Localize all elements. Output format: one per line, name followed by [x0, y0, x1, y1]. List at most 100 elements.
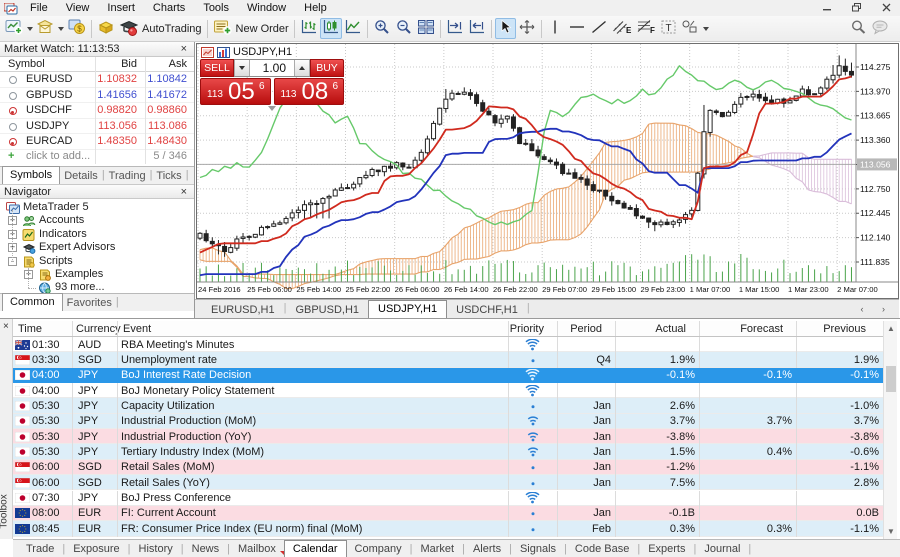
- calendar-row[interactable]: 03:30 SGD Unemployment rate Q4 1.9% 1.9%: [13, 352, 883, 368]
- volume-input[interactable]: 1.00: [250, 60, 294, 76]
- buy-button[interactable]: BUY: [310, 59, 344, 77]
- calendar-row[interactable]: 04:00 JPY BoJ Interest Rate Decision -0.1% -…: [13, 367, 883, 384]
- tree-item-indicators[interactable]: + Indicators: [0, 228, 194, 241]
- bid-price-box[interactable]: 113 05 6: [200, 78, 271, 105]
- new-chart-button[interactable]: [3, 18, 35, 39]
- menu-tools[interactable]: Tools: [194, 1, 238, 15]
- menu-window[interactable]: Window: [238, 1, 295, 15]
- calendar-row[interactable]: 08:45 EUR FR: Consumer Price Index (EU nor…: [13, 521, 883, 537]
- crosshair-tool-button[interactable]: [516, 18, 538, 39]
- algo-trading-button[interactable]: [95, 18, 117, 39]
- menu-file[interactable]: File: [21, 1, 57, 15]
- chart-tab-gbpusd-h1[interactable]: GBPUSD,H1: [286, 302, 368, 318]
- toolbox-tab-experts[interactable]: Experts: [640, 541, 693, 557]
- chart-tab-usdjpy-h1[interactable]: USDJPY,H1: [368, 300, 448, 318]
- volume-decrease-button[interactable]: [234, 60, 250, 76]
- calendar-scrollbar[interactable]: ▲ ▼: [883, 321, 897, 539]
- restore-button[interactable]: [847, 1, 867, 14]
- tree-item-metatrader-5[interactable]: MetaTrader 5: [0, 201, 194, 214]
- menu-help[interactable]: Help: [295, 1, 336, 15]
- market-watch-add-row[interactable]: + click to add... 5 / 346: [0, 150, 194, 165]
- chart-tab-scroll-arrows[interactable]: ‹ ›: [861, 304, 894, 314]
- horizontal-line-tool-button[interactable]: [566, 18, 588, 39]
- chart-tab-usdchf-h1[interactable]: USDCHF,H1: [447, 302, 527, 318]
- scroll-to-end-button[interactable]: [444, 18, 466, 39]
- vertical-line-tool-button[interactable]: [545, 18, 566, 39]
- profiles-caret-icon[interactable]: [58, 26, 64, 31]
- scroll-down-icon[interactable]: ▼: [887, 527, 895, 536]
- equidistant-channel-tool-button[interactable]: E: [610, 18, 634, 39]
- menu-view[interactable]: View: [57, 1, 99, 15]
- menu-charts[interactable]: Charts: [144, 1, 194, 15]
- toolbox-tab-mailbox[interactable]: Mailbox: [230, 541, 284, 557]
- toolbox-tab-history[interactable]: History: [131, 541, 181, 557]
- ask-price-box[interactable]: 113 08 6: [273, 78, 344, 105]
- new-chart-caret-icon[interactable]: [27, 26, 33, 31]
- tree-item-examples[interactable]: + Examples: [0, 268, 194, 281]
- new-order-button[interactable]: New Order: [211, 18, 291, 39]
- menu-insert[interactable]: Insert: [98, 1, 144, 15]
- calendar-row[interactable]: 08:00 EUR FI: Current Account Jan -0.1B 0.0B: [13, 505, 883, 522]
- toolbox-tab-signals[interactable]: Signals: [512, 541, 564, 557]
- calendar-row[interactable]: 07:30 JPY BoJ Press Conference: [13, 490, 883, 506]
- chat-button[interactable]: [869, 18, 892, 39]
- calendar-row[interactable]: 05:30 JPY Capacity Utilization Jan 2.6% -1.0%: [13, 398, 883, 414]
- add-symbol-icon[interactable]: +: [8, 150, 14, 162]
- volume-increase-button[interactable]: [294, 60, 310, 76]
- line-chart-type-button[interactable]: [342, 18, 364, 39]
- search-button[interactable]: [848, 18, 869, 39]
- toolbox-tab-market[interactable]: Market: [412, 541, 462, 557]
- toolbox-close-icon[interactable]: ×: [3, 321, 9, 332]
- calendar-row[interactable]: 04:00 JPY BoJ Monetary Policy Statement: [13, 383, 883, 399]
- market-watch-row[interactable]: EURCAD 1.48350 1.48430: [0, 134, 194, 150]
- sell-button[interactable]: SELL: [200, 59, 234, 77]
- toolbox-tab-company[interactable]: Company: [347, 541, 410, 557]
- toolbox-tab-alerts[interactable]: Alerts: [465, 541, 509, 557]
- toolbox-tab-news[interactable]: News: [184, 541, 228, 557]
- tab-trading[interactable]: Trading: [105, 168, 150, 184]
- shapes-tool-button[interactable]: [679, 18, 711, 39]
- bars-chart-type-button[interactable]: [298, 18, 320, 39]
- tab-details[interactable]: Details: [60, 168, 102, 184]
- symbols-button[interactable]: $: [66, 18, 88, 39]
- tab-symbols[interactable]: Symbols: [2, 166, 61, 184]
- scrollbar-thumb[interactable]: [886, 366, 896, 392]
- column-header-previous[interactable]: Previous: [13, 323, 866, 335]
- calendar-row[interactable]: 06:00 SGD Retail Sales (MoM) Jan -1.2% -1.1%: [13, 459, 883, 476]
- zoom-out-button[interactable]: [393, 18, 415, 39]
- zoom-in-button[interactable]: [371, 18, 393, 39]
- tab-common[interactable]: Common: [2, 293, 63, 311]
- toolbox-tab-calendar[interactable]: Calendar: [283, 540, 347, 557]
- tree-item-expert-advisors[interactable]: + Expert Advisors: [0, 241, 194, 255]
- tab-ticks[interactable]: Ticks: [152, 168, 185, 184]
- toolbox-tab-journal[interactable]: Journal: [696, 541, 748, 557]
- tree-item-scripts[interactable]: - Scripts: [0, 255, 194, 268]
- auto-trading-button[interactable]: AutoTrading: [117, 18, 204, 39]
- toolbox-tab-exposure[interactable]: Exposure: [65, 541, 127, 557]
- market-watch-close-icon[interactable]: ×: [178, 44, 190, 55]
- market-watch-row[interactable]: USDCHF 0.98820 0.98860: [0, 103, 194, 119]
- trendline-tool-button[interactable]: [588, 18, 610, 39]
- shapes-tool-caret-icon[interactable]: [702, 26, 709, 31]
- calendar-row[interactable]: 01:30 AUD RBA Meeting's Minutes: [13, 337, 883, 353]
- tile-windows-button[interactable]: [415, 18, 437, 39]
- auto-scroll-button[interactable]: [466, 18, 488, 39]
- candles-chart-type-button[interactable]: [319, 18, 342, 39]
- add-symbol-label[interactable]: click to add...: [26, 150, 90, 162]
- calendar-row[interactable]: 06:00 SGD Retail Sales (YoY) Jan 7.5% 2.8%: [13, 475, 883, 491]
- market-watch-row[interactable]: GBPUSD 1.41656 1.41672: [0, 88, 194, 104]
- scroll-up-icon[interactable]: ▲: [887, 324, 895, 333]
- calendar-row[interactable]: 05:30 JPY Industrial Production (MoM) Jan 3.…: [13, 413, 883, 430]
- tab-favorites[interactable]: Favorites: [63, 295, 116, 311]
- one-click-collapse-icon[interactable]: [268, 106, 276, 111]
- market-watch-row[interactable]: EURUSD 1.10832 1.10842: [0, 72, 194, 88]
- toolbox-tab-code-base[interactable]: Code Base: [567, 541, 637, 557]
- close-button[interactable]: [876, 1, 896, 14]
- minimize-button[interactable]: [818, 1, 838, 14]
- fibonacci-tool-button[interactable]: F: [634, 18, 658, 39]
- cursor-tool-button[interactable]: [494, 18, 516, 39]
- navigator-close-icon[interactable]: ×: [178, 186, 190, 197]
- market-watch-row[interactable]: USDJPY 113.056 113.086: [0, 119, 194, 135]
- calendar-row[interactable]: 05:30 JPY Tertiary Industry Index (MoM) Jan…: [13, 444, 883, 460]
- calendar-row[interactable]: 05:30 JPY Industrial Production (YoY) Jan -3…: [13, 429, 883, 445]
